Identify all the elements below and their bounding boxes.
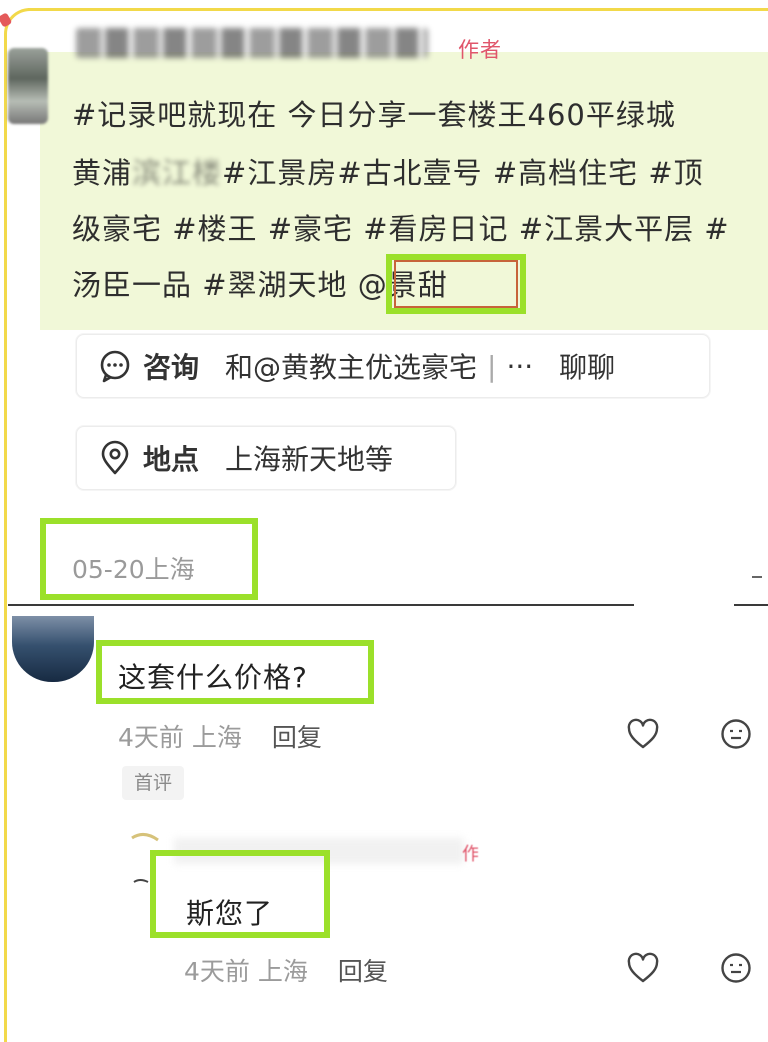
reply-meta: 4天前 上海 回复 — [184, 952, 388, 988]
comment-text: 这套什么价格? — [118, 661, 308, 694]
post-body-fragment: 黄浦 — [72, 156, 133, 190]
author-tag: 作者 — [458, 38, 502, 62]
post-body-fragment: #江景房#古北壹号 #高档住宅 #顶 — [222, 156, 704, 190]
mention-highlight-inner — [394, 260, 518, 308]
reply-time: 4天前 — [184, 957, 250, 986]
comment-divider-right — [734, 604, 768, 606]
divider-fragment — [752, 576, 762, 578]
comment-place: 上海 — [191, 723, 242, 752]
post-body-line: 黄浦滨江楼#江景房#古北壹号 #高档住宅 #顶 — [72, 150, 704, 192]
author-avatar[interactable] — [8, 48, 48, 124]
comment-time: 4天前 — [118, 723, 184, 752]
consult-label: 咨询 — [143, 351, 200, 384]
annotation-frame-corner — [4, 8, 40, 44]
post-body-line: #记录吧就现在 今日分享一套楼王460平绿城 — [72, 98, 676, 132]
emoji-face-icon[interactable] — [720, 952, 752, 984]
post-body-fragment: 汤臣一品 #翠湖天地 — [72, 268, 358, 302]
heart-icon[interactable] — [626, 952, 660, 984]
reply-place: 上海 — [257, 957, 308, 986]
screen-glare — [636, 540, 768, 620]
consult-more: ··· — [506, 349, 534, 383]
post-body-line: 级豪宅 #楼王 #豪宅 #看房日记 #江景大平层 # — [72, 212, 730, 246]
heart-icon[interactable] — [626, 718, 660, 750]
consult-divider: | — [487, 349, 497, 383]
reply-text: 斯您了 — [186, 897, 274, 930]
annotation-frame-left — [4, 40, 7, 1042]
reply-button[interactable]: 回复 — [338, 957, 388, 986]
reply-button[interactable]: 回复 — [272, 723, 322, 752]
consult-text: 和@黄教主优选豪宅 — [225, 351, 478, 384]
emoji-face-icon[interactable] — [720, 718, 752, 750]
location-text: 上海新天地等 — [225, 443, 394, 476]
annotation-frame-top — [28, 8, 768, 11]
location-label: 地点 — [143, 443, 200, 476]
author-name-blurred[interactable] — [76, 28, 428, 58]
commenter-avatar[interactable] — [12, 616, 94, 682]
first-comment-badge: 首评 — [122, 766, 184, 800]
location-pin-icon — [101, 440, 129, 475]
comment-divider — [8, 604, 634, 606]
chat-bubble-icon — [100, 350, 130, 383]
chat-button[interactable]: 聊聊 — [559, 346, 615, 386]
blurred-text: 滨江楼 — [132, 156, 223, 190]
location-chip[interactable]: 地点 上海新天地等 — [76, 426, 456, 490]
comment-meta: 4天前 上海 回复 — [118, 718, 322, 754]
reply-author-tag: 作者 — [462, 844, 478, 864]
post-date: 05-20上海 — [72, 555, 195, 584]
consult-chip[interactable]: 咨询 和@黄教主优选豪宅 | ··· 聊聊 — [76, 334, 710, 398]
